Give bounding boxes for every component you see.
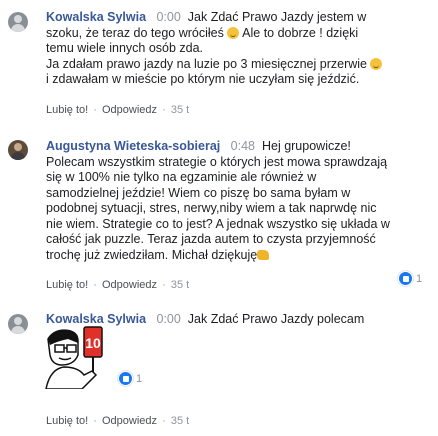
clap-emoji-icon xyxy=(257,249,270,260)
like-link[interactable]: Lubię to! xyxy=(46,279,88,291)
reply-link[interactable]: Odpowiedz xyxy=(102,104,157,116)
comment-actions: Lubię to! · Odpowiedz · 35 t xyxy=(46,104,190,116)
reaction-count[interactable]: 1 xyxy=(398,271,422,286)
comment-author[interactable]: Kowalska Sylwia xyxy=(46,10,146,24)
avatar[interactable] xyxy=(8,140,28,160)
video-timestamp[interactable]: 0:48 xyxy=(231,139,255,153)
comment-text: Kowalska Sylwia 0:00 Jak Zdać Prawo Jazd… xyxy=(46,10,418,88)
comment-author[interactable]: Kowalska Sylwia xyxy=(46,312,146,326)
video-timestamp[interactable]: 0:00 xyxy=(156,312,180,326)
page-reference[interactable]: Jak Zdać Prawo Jazdy xyxy=(188,312,314,326)
like-reaction-icon xyxy=(398,271,413,286)
comment-age[interactable]: 35 t xyxy=(171,415,189,427)
comment-text: Augustyna Wieteska-sobieraj 0:48 Hej gru… xyxy=(46,139,390,262)
like-link[interactable]: Lubię to! xyxy=(46,104,88,116)
reaction-count[interactable]: 1 xyxy=(118,371,142,386)
sticker-icon[interactable]: 10 xyxy=(38,325,112,389)
like-reaction-icon xyxy=(118,371,133,386)
avatar[interactable] xyxy=(8,314,28,334)
comment-author[interactable]: Augustyna Wieteska-sobieraj xyxy=(46,139,220,153)
page-reference[interactable]: Jak Zdać Prawo Jazdy xyxy=(188,10,314,24)
comment-age[interactable]: 35 t xyxy=(171,104,189,116)
sticker-sign-text: 10 xyxy=(85,335,101,351)
smile-emoji-icon xyxy=(370,57,383,70)
video-timestamp[interactable]: 0:00 xyxy=(156,10,180,24)
comment-actions: Lubię to! · Odpowiedz · 35 t xyxy=(46,279,190,291)
reply-link[interactable]: Odpowiedz xyxy=(102,279,157,291)
like-link[interactable]: Lubię to! xyxy=(46,415,88,427)
grinning-emoji-icon xyxy=(227,26,240,39)
comment-age[interactable]: 35 t xyxy=(171,279,189,291)
reply-link[interactable]: Odpowiedz xyxy=(102,415,157,427)
avatar[interactable] xyxy=(8,12,28,32)
comment-actions: Lubię to! · Odpowiedz · 35 t xyxy=(46,415,190,427)
